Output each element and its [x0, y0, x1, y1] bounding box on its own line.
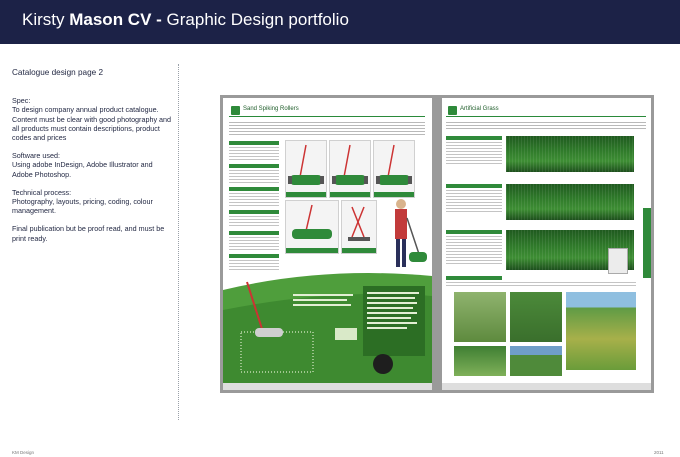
product-text	[446, 236, 502, 266]
spec-label: Spec:	[12, 96, 31, 106]
right-page-title-bar: Artificial Grass	[446, 106, 646, 117]
product-text	[446, 190, 502, 214]
roller-photo	[341, 200, 377, 254]
product-heading	[229, 231, 279, 235]
product-text	[229, 237, 279, 251]
roller-photo	[373, 140, 415, 198]
product-text	[229, 147, 279, 161]
header-name-first: Kirsty	[22, 10, 70, 29]
roller-illustration	[332, 144, 368, 185]
roller-caption	[286, 248, 338, 253]
roller-photo	[285, 200, 339, 254]
right-page-title: Artificial Grass	[460, 106, 499, 112]
roller-caption	[286, 192, 326, 197]
product-heading	[229, 187, 279, 191]
product-heading	[446, 276, 502, 280]
intro-text-block	[446, 122, 646, 130]
gallery-photo	[566, 292, 636, 370]
gallery-photo	[454, 292, 506, 342]
product-text	[446, 142, 502, 166]
description-column: Catalogue design page 2 Spec: To design …	[12, 68, 172, 252]
footer-right: 2011	[654, 450, 664, 455]
software-text: Using adobe InDesign, Adobe Illustrator …	[12, 160, 153, 179]
product-heading	[229, 254, 279, 258]
product-heading	[446, 136, 502, 140]
roller-illustration	[292, 204, 332, 239]
roller-illustration	[376, 144, 412, 185]
product-heading	[446, 184, 502, 188]
intro-text-block	[229, 122, 425, 136]
product-heading	[229, 141, 279, 145]
process-text: Photography, layouts, pricing, coding, c…	[12, 197, 153, 216]
product-bag-image	[608, 248, 628, 274]
catalogue-right-page: Artificial Grass	[442, 98, 651, 390]
product-text	[229, 170, 279, 184]
product-text	[229, 193, 279, 207]
product-heading	[229, 164, 279, 168]
side-tab	[643, 208, 651, 278]
page-heading: Catalogue design page 2	[12, 68, 104, 77]
gallery-photo	[510, 292, 562, 342]
leaf-icon	[448, 106, 457, 115]
leaf-icon	[231, 106, 240, 115]
catalogue-spread-image: Sand Spiking Rollers Artificial Grass	[220, 95, 654, 393]
dotted-divider	[178, 64, 179, 420]
grass-sample-photo	[506, 136, 634, 172]
grass-sample-photo	[506, 184, 634, 220]
grass-lawn-illustration	[223, 273, 432, 383]
catalogue-left-page: Sand Spiking Rollers	[223, 98, 432, 390]
product-text	[446, 282, 636, 286]
product-heading	[446, 230, 502, 234]
roller-photo	[285, 140, 327, 198]
header-banner: Kirsty Mason CV - Graphic Design portfol…	[0, 0, 680, 44]
header-subtitle: Graphic Design portfolio	[166, 10, 349, 29]
spec-text: To design company annual product catalog…	[12, 105, 172, 143]
roller-caption	[330, 192, 370, 197]
gallery-photo	[454, 346, 506, 376]
page-footer	[442, 383, 651, 390]
roller-illustration	[348, 206, 370, 241]
product-text	[229, 216, 279, 228]
page-footer	[223, 383, 432, 390]
person-with-roller	[395, 199, 427, 267]
software-label: Software used:	[12, 151, 60, 161]
product-heading	[229, 210, 279, 214]
footer-left: KM Design	[12, 450, 35, 455]
header-name-bold: Mason CV -	[69, 10, 167, 29]
left-page-title-bar: Sand Spiking Rollers	[229, 106, 425, 117]
gallery-photo	[510, 346, 562, 376]
process-label: Technical process:	[12, 187, 72, 197]
final-text: Final publication but be proof read, and…	[12, 224, 165, 243]
header-title: Kirsty Mason CV - Graphic Design portfol…	[22, 10, 349, 30]
roller-photo	[329, 140, 371, 198]
left-page-title: Sand Spiking Rollers	[243, 106, 299, 112]
roller-illustration	[288, 144, 324, 185]
roller-caption	[342, 248, 376, 253]
